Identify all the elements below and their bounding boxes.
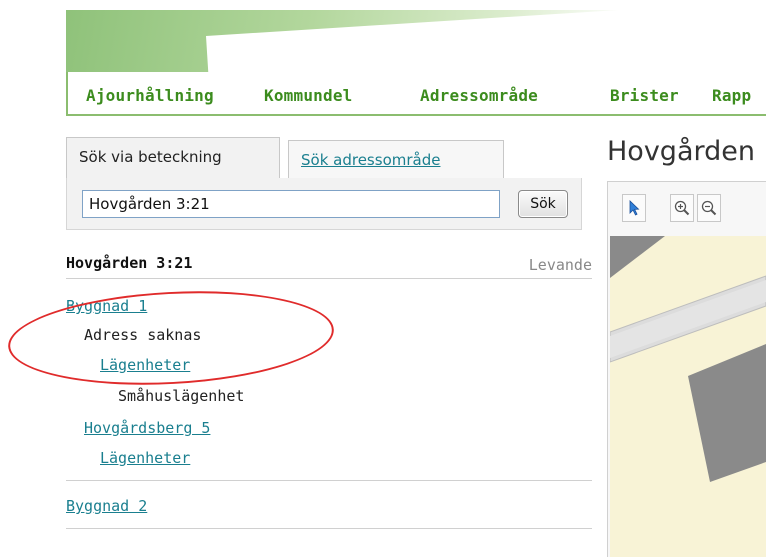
building-2-link[interactable]: Byggnad 2 [66, 497, 147, 515]
divider [66, 480, 592, 481]
tab-search-by-designation[interactable]: Sök via beteckning [66, 137, 280, 183]
nav-rapporter[interactable]: Rapp [712, 86, 751, 105]
pointer-tool-button[interactable] [622, 194, 646, 222]
annotation-ellipse [5, 283, 337, 393]
header-banner-shape [66, 10, 766, 72]
divider [66, 528, 592, 529]
search-button[interactable]: Sök [518, 190, 568, 218]
divider [66, 278, 592, 279]
nav-adressomrade[interactable]: Adressområde [420, 86, 538, 105]
apartments-link-2[interactable]: Lägenheter [100, 449, 190, 467]
nav-brister[interactable]: Brister [610, 86, 679, 105]
pointer-icon [629, 200, 640, 216]
search-input[interactable] [82, 190, 500, 218]
zoom-in-icon [674, 200, 690, 216]
property-status: Levande [528, 256, 592, 274]
property-title: Hovgården 3:21 [66, 254, 193, 272]
tab-search-address-area[interactable]: Sök adressområde [288, 140, 504, 180]
map-drawing [610, 236, 766, 557]
zoom-out-icon [701, 200, 717, 216]
zoom-out-tool-button[interactable] [697, 194, 721, 222]
address-link[interactable]: Hovgårdsberg 5 [84, 419, 210, 437]
nav-kommundel[interactable]: Kommundel [264, 86, 353, 105]
apartment-type-text: Småhuslägenhet [118, 387, 245, 405]
map-canvas[interactable] [610, 236, 766, 557]
map-title: Hovgården [607, 136, 755, 167]
zoom-in-tool-button[interactable] [670, 194, 694, 222]
nav-ajourhallning[interactable]: Ajourhållning [86, 86, 214, 105]
